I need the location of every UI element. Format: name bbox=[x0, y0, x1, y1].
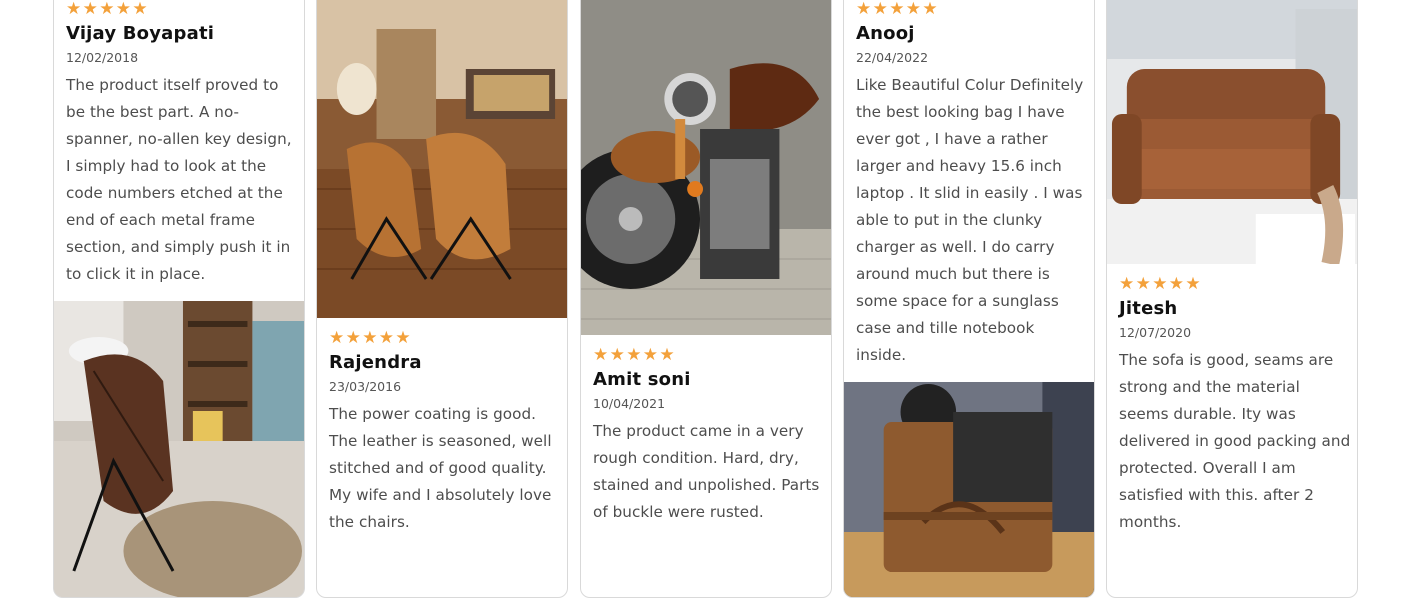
star-icon: ★ bbox=[345, 328, 361, 348]
star-icon: ★ bbox=[905, 0, 922, 19]
review-date: 12/07/2020 bbox=[1119, 325, 1192, 340]
review-text: The power coating is good. The leather i… bbox=[329, 405, 552, 531]
star-icon: ★ bbox=[132, 0, 148, 19]
star-icon: ★ bbox=[872, 0, 888, 19]
butterfly-chair-bathroom-photo[interactable] bbox=[54, 301, 304, 597]
rating-stars: ★ ★ ★ ★ ★ bbox=[856, 0, 1088, 19]
review-card-jitesh: ★ ★ ★ ★ ★ Jitesh 12/07/2020 The sofa is … bbox=[1106, 0, 1358, 598]
review-text: The sofa is good, seams are strong and t… bbox=[1119, 351, 1351, 531]
star-icon: ★ bbox=[609, 345, 625, 365]
reviewer-name: Amit soni bbox=[593, 369, 691, 390]
rating-stars: ★ ★ ★ ★ ★ bbox=[329, 328, 561, 348]
review-date: 12/02/2018 bbox=[66, 50, 139, 65]
star-icon: ★ bbox=[593, 345, 609, 365]
star-icon: ★ bbox=[99, 0, 115, 19]
star-icon: ★ bbox=[82, 0, 98, 19]
star-icon: ★ bbox=[889, 0, 905, 19]
review-text: The product came in a very rough conditi… bbox=[593, 422, 820, 521]
review-card-anooj: ★ ★ ★ ★ ★ Anooj 22/04/2022 Like Beautifu… bbox=[843, 0, 1095, 598]
star-icon: ★ bbox=[378, 328, 395, 348]
review-card-amit: ★ ★ ★ ★ ★ Amit soni 10/04/2021 The produ… bbox=[580, 0, 832, 598]
reviewer-name: Jitesh bbox=[1119, 298, 1178, 319]
leather-messenger-bag-photo[interactable] bbox=[844, 382, 1094, 597]
star-icon: ★ bbox=[922, 0, 938, 19]
star-icon: ★ bbox=[66, 0, 82, 19]
star-icon: ★ bbox=[115, 0, 132, 19]
motorcycle-tool-roll-photo[interactable] bbox=[581, 0, 831, 335]
reviewer-name: Vijay Boyapati bbox=[66, 23, 215, 44]
star-icon: ★ bbox=[659, 345, 675, 365]
rating-stars: ★ ★ ★ ★ ★ bbox=[1119, 274, 1351, 294]
star-icon: ★ bbox=[1119, 274, 1135, 294]
review-text: Like Beautiful Colur Definitely the best… bbox=[856, 76, 1084, 364]
star-icon: ★ bbox=[1152, 274, 1168, 294]
review-date: 23/03/2016 bbox=[329, 379, 402, 394]
star-icon: ★ bbox=[395, 328, 411, 348]
butterfly-chairs-living-room-photo[interactable] bbox=[317, 0, 567, 318]
star-icon: ★ bbox=[642, 345, 659, 365]
star-icon: ★ bbox=[856, 0, 872, 19]
review-date: 10/04/2021 bbox=[593, 396, 666, 411]
star-icon: ★ bbox=[1168, 274, 1185, 294]
review-card-rajendra: ★ ★ ★ ★ ★ Rajendra 23/03/2016 The power … bbox=[316, 0, 568, 598]
star-icon: ★ bbox=[626, 345, 642, 365]
star-icon: ★ bbox=[1185, 274, 1201, 294]
star-icon: ★ bbox=[1135, 274, 1151, 294]
review-date: 22/04/2022 bbox=[856, 50, 929, 65]
review-text: The product itself proved to be the best… bbox=[66, 76, 292, 283]
rating-stars: ★ ★ ★ ★ ★ bbox=[66, 0, 298, 19]
star-icon: ★ bbox=[362, 328, 378, 348]
review-card-vijay: ★ ★ ★ ★ ★ Vijay Boyapati 12/02/2018 The … bbox=[53, 0, 305, 598]
rating-stars: ★ ★ ★ ★ ★ bbox=[593, 345, 825, 365]
reviewer-name: Rajendra bbox=[329, 352, 422, 373]
reviewer-name: Anooj bbox=[856, 23, 915, 44]
star-icon: ★ bbox=[329, 328, 345, 348]
leather-sofa-photo[interactable] bbox=[1107, 0, 1357, 264]
